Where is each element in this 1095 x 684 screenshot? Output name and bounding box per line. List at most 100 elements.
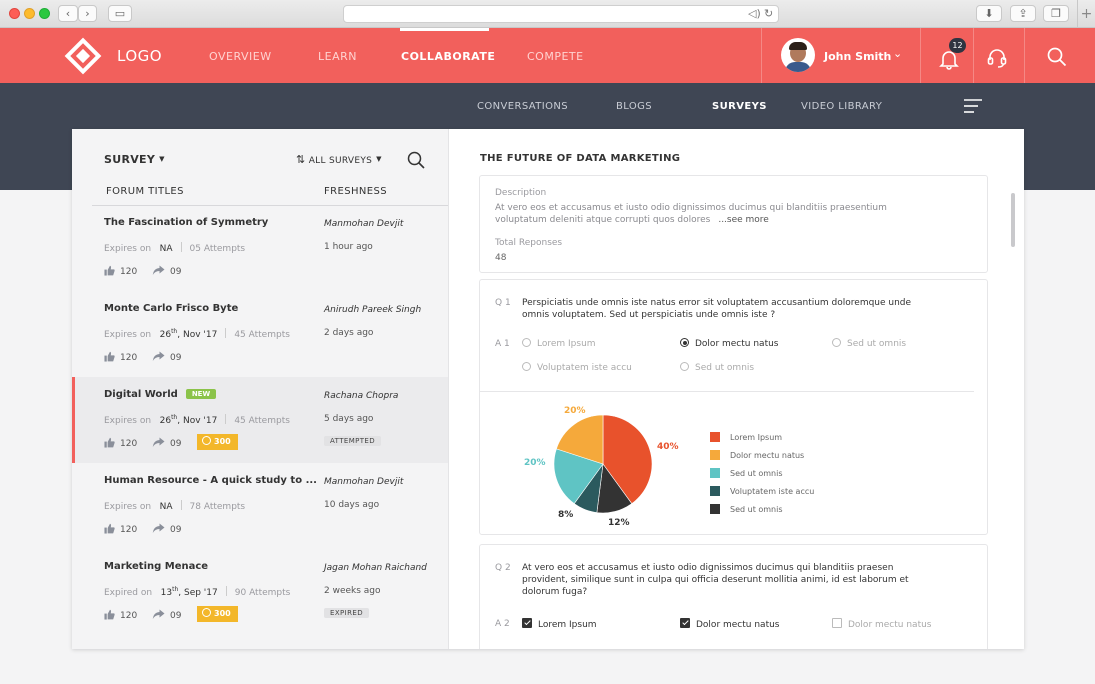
headset-icon[interactable] bbox=[986, 47, 1008, 69]
user-name[interactable]: John Smith bbox=[824, 50, 891, 63]
tabs-icon[interactable]: ❐ bbox=[1043, 5, 1069, 22]
download-icon[interactable]: ⬇ bbox=[976, 5, 1002, 22]
like-count[interactable]: 120 bbox=[104, 351, 137, 363]
like-count[interactable]: 120 bbox=[104, 523, 137, 535]
legend-item: Sed ut omnis bbox=[710, 468, 783, 478]
search-icon[interactable] bbox=[1046, 46, 1068, 68]
subnav-surveys[interactable]: SURVEYS bbox=[712, 101, 767, 112]
answer-number: A 1 bbox=[495, 339, 510, 349]
avatar[interactable] bbox=[781, 38, 815, 72]
survey-title[interactable]: Marketing Menace bbox=[104, 561, 208, 572]
radio-button[interactable] bbox=[522, 338, 531, 347]
legend-item: Voluptatem iste accu bbox=[710, 486, 814, 496]
points-badge: 300 bbox=[197, 434, 238, 450]
q1-option-3[interactable]: Sed ut omnis bbox=[832, 338, 906, 349]
subnav-blogs[interactable]: BLOGS bbox=[616, 101, 652, 112]
like-count[interactable]: 120 bbox=[104, 437, 137, 449]
q1-option-4[interactable]: Voluptatem iste accu bbox=[522, 362, 632, 373]
header-divider bbox=[973, 28, 974, 83]
list-item[interactable]: Digital World NEW Rachana Chopra Expires on… bbox=[72, 377, 448, 463]
answer-number: A 2 bbox=[495, 619, 510, 629]
list-item[interactable]: The Fascination of Symmetry Manmohan Devj… bbox=[72, 205, 448, 291]
radio-button[interactable] bbox=[832, 338, 841, 347]
legend-swatch bbox=[710, 468, 720, 478]
search-icon[interactable] bbox=[407, 151, 425, 169]
thumbs-up-icon bbox=[104, 523, 115, 534]
q2-option-3[interactable]: Dolor mectu natus bbox=[832, 618, 932, 630]
share-count[interactable]: 09 bbox=[152, 437, 181, 449]
survey-title[interactable]: Digital World NEW bbox=[104, 389, 217, 400]
expiry-info: Expired on 13th, Sep '17 90 Attempts bbox=[104, 586, 291, 598]
nav-compete[interactable]: COMPETE bbox=[527, 50, 584, 63]
column-header-freshness[interactable]: FRESHNESS bbox=[324, 186, 387, 197]
top-header: LOGO OVERVIEW LEARN COLLABORATE COMPETE … bbox=[0, 28, 1095, 83]
pie-label-dolor: 20% bbox=[564, 406, 586, 416]
forward-icon[interactable]: › bbox=[78, 5, 97, 22]
legend-swatch bbox=[710, 504, 720, 514]
survey-title[interactable]: Monte Carlo Frisco Byte bbox=[104, 303, 238, 314]
q2-option-2[interactable]: Dolor mectu natus bbox=[680, 618, 780, 630]
new-tab-icon[interactable]: + bbox=[1077, 0, 1095, 28]
like-count[interactable]: 120 bbox=[104, 609, 137, 621]
survey-list: SURVEY ▼ ⇅ ALL SURVEYS ▼ FORUM TITLES FRES… bbox=[72, 129, 448, 649]
question-number: Q 1 bbox=[495, 298, 511, 308]
notification-badge: 12 bbox=[949, 38, 966, 53]
q1-option-5[interactable]: Sed ut omnis bbox=[680, 362, 754, 373]
nav-collaborate[interactable]: COLLABORATE bbox=[401, 50, 495, 63]
pie-label-lorem: 40% bbox=[657, 442, 679, 452]
checkbox[interactable] bbox=[832, 618, 842, 628]
author-name: Anirudh Pareek Singh bbox=[324, 305, 422, 315]
share-icon[interactable]: ⇪ bbox=[1010, 5, 1036, 22]
sidebar-icon[interactable]: ▭ bbox=[108, 5, 132, 22]
logo-text: LOGO bbox=[117, 47, 163, 65]
list-item[interactable]: Monte Carlo Frisco Byte Anirudh Pareek Si… bbox=[72, 291, 448, 377]
back-icon[interactable]: ‹ bbox=[58, 5, 78, 22]
survey-title[interactable]: Human Resource - A quick study to ... bbox=[104, 475, 317, 486]
question-text: At vero eos et accusamus et iusto odio d… bbox=[522, 563, 909, 597]
url-bar[interactable]: ◁) ↻ bbox=[343, 5, 779, 23]
new-badge: NEW bbox=[185, 389, 217, 399]
chevron-down-icon[interactable]: ⌄ bbox=[893, 47, 902, 60]
share-count[interactable]: 09 bbox=[152, 265, 181, 277]
share-count[interactable]: 09 bbox=[152, 351, 181, 363]
expiry-info: Expires on NA 78 Attempts bbox=[104, 500, 246, 512]
minimize-window-button[interactable] bbox=[24, 8, 35, 19]
q1-option-2[interactable]: Dolor mectu natus bbox=[680, 338, 779, 349]
header-divider bbox=[761, 28, 762, 83]
pie-label-voluptatem: 8% bbox=[558, 510, 574, 520]
nav-learn[interactable]: LEARN bbox=[318, 50, 357, 63]
list-item[interactable]: Human Resource - A quick study to ... Man… bbox=[72, 463, 448, 549]
checkbox[interactable] bbox=[680, 618, 690, 628]
checkbox[interactable] bbox=[522, 618, 532, 628]
maximize-window-button[interactable] bbox=[39, 8, 50, 19]
legend-item: Sed ut omnis bbox=[710, 504, 783, 514]
nav-overview[interactable]: OVERVIEW bbox=[209, 50, 272, 63]
see-more-link[interactable]: ...see more bbox=[718, 215, 769, 225]
reload-icon[interactable]: ↻ bbox=[764, 7, 773, 20]
like-count[interactable]: 120 bbox=[104, 265, 137, 277]
header-divider bbox=[920, 28, 921, 83]
subnav-conversations[interactable]: CONVERSATIONS bbox=[477, 101, 568, 112]
question-text: Perspiciatis unde omnis iste natus error… bbox=[522, 298, 912, 320]
caret-down-icon: ▼ bbox=[376, 155, 382, 163]
freshness: 1 hour ago bbox=[324, 242, 373, 252]
list-item[interactable]: Marketing Menace Jagan Mohan Raichand Expi… bbox=[72, 549, 448, 635]
description-text: At vero eos et accusamus et iusto odio d… bbox=[495, 203, 887, 225]
column-header-titles[interactable]: FORUM TITLES bbox=[106, 186, 184, 197]
survey-title[interactable]: The Fascination of Symmetry bbox=[104, 217, 268, 228]
close-window-button[interactable] bbox=[9, 8, 20, 19]
survey-dropdown[interactable]: SURVEY ▼ bbox=[104, 153, 165, 166]
radio-button[interactable] bbox=[522, 362, 531, 371]
subnav-video-library[interactable]: VIDEO LIBRARY bbox=[801, 101, 882, 112]
q1-option-1[interactable]: Lorem Ipsum bbox=[522, 338, 596, 349]
share-count[interactable]: 09 bbox=[152, 609, 181, 621]
radio-button[interactable] bbox=[680, 362, 689, 371]
q2-option-1[interactable]: Lorem Ipsum bbox=[522, 618, 597, 630]
audio-icon[interactable]: ◁) bbox=[748, 7, 761, 20]
scrollbar-thumb[interactable] bbox=[1011, 193, 1015, 247]
all-surveys-filter[interactable]: ⇅ ALL SURVEYS ▼ bbox=[296, 153, 382, 166]
freshness: 2 days ago bbox=[324, 328, 374, 338]
menu-icon[interactable] bbox=[963, 98, 983, 114]
share-count[interactable]: 09 bbox=[152, 523, 181, 535]
radio-button[interactable] bbox=[680, 338, 689, 347]
